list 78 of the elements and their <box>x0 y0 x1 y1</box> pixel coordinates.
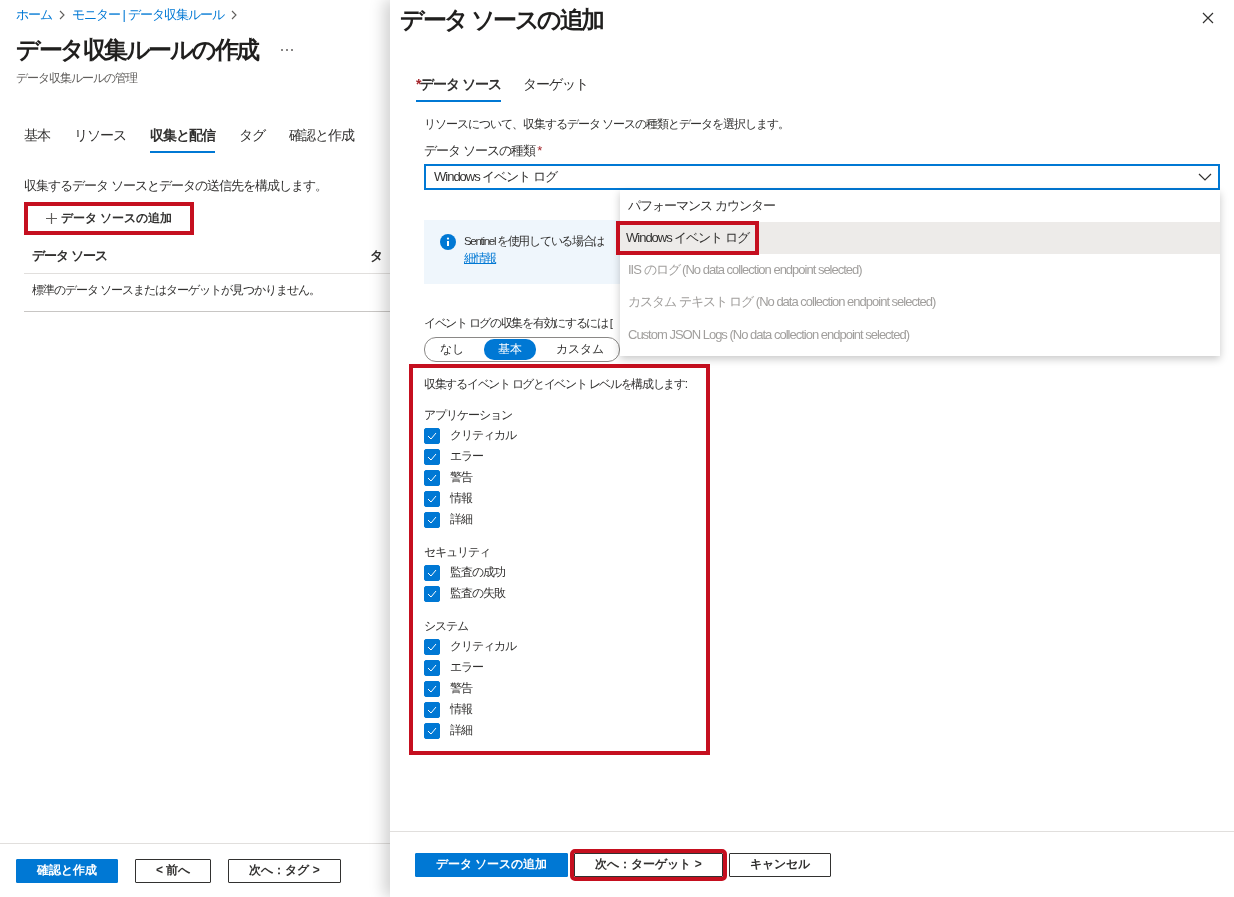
checkbox-label: 監査の成功 <box>450 564 505 581</box>
checkbox[interactable] <box>424 427 440 444</box>
checkbox-label: 詳細 <box>450 722 472 739</box>
check-icon <box>427 663 437 672</box>
checkbox-label: 情報 <box>450 701 472 718</box>
checkbox[interactable] <box>424 564 440 581</box>
check-icon <box>427 515 437 524</box>
check-icon <box>427 642 437 651</box>
button[interactable]: < 前へ <box>135 858 212 883</box>
primary-button[interactable]: 確認と作成 <box>16 858 118 883</box>
button[interactable]: キャンセル <box>728 852 831 877</box>
checkbox-label: 詳細 <box>450 511 472 528</box>
check-icon <box>427 589 437 598</box>
more-icon[interactable] <box>279 48 294 52</box>
info-icon <box>440 234 456 250</box>
column-header: タ <box>370 247 382 265</box>
tab[interactable]: リソース <box>74 123 126 153</box>
checkbox[interactable] <box>424 701 440 718</box>
info-text: Sentinel を使用している場合は <box>464 234 605 249</box>
check-icon <box>427 473 437 482</box>
tab[interactable]: ターゲット <box>523 76 589 102</box>
check-icon <box>427 568 437 577</box>
info-link[interactable]: 細情報 <box>464 251 605 266</box>
check-icon <box>427 494 437 503</box>
checkbox[interactable] <box>424 722 440 739</box>
checkbox[interactable] <box>424 638 440 655</box>
check-icon <box>427 452 437 461</box>
tab[interactable]: 基本 <box>24 123 50 153</box>
checkbox-label: クリティカル <box>450 638 516 655</box>
mode-option[interactable]: なし <box>426 339 478 360</box>
checkbox-label: 警告 <box>450 680 472 697</box>
checkbox[interactable] <box>424 680 440 697</box>
page-title: データ収集ルールの作成 <box>16 35 258 65</box>
tab[interactable]: *データ ソース <box>416 76 502 102</box>
dropdown-field[interactable]: Windows イベント ログ <box>424 164 1220 190</box>
page-subtitle: データ収集ルールの管理 <box>16 70 139 87</box>
mode-option[interactable]: カスタム <box>542 339 618 360</box>
field-label: データ ソースの種類 * <box>424 142 543 160</box>
check-icon <box>427 726 437 735</box>
chevron-right-icon <box>58 10 66 20</box>
chevron-down-icon <box>1198 173 1212 181</box>
group-label: システム <box>424 618 469 635</box>
tab[interactable]: 収集と配信 <box>150 123 215 153</box>
tab[interactable]: タグ <box>239 123 265 153</box>
checkbox[interactable] <box>424 659 440 676</box>
checkbox-label: 警告 <box>450 469 472 486</box>
primary-button[interactable]: データ ソースの追加 <box>415 852 569 877</box>
panel-description: リソースについて、収集するデータ ソースの種類とデータを選択します。 <box>424 116 791 133</box>
group-label: セキュリティ <box>424 544 491 561</box>
enable-text: イベント ログの収集を有効にするには [ <box>424 316 614 331</box>
checkbox-label: エラー <box>450 659 483 676</box>
section-description: 収集するデータ ソースとデータの送信先を構成します。 <box>24 177 328 195</box>
mode-option[interactable]: 基本 <box>484 339 536 360</box>
event-config-heading: 収集するイベント ログとイベント レベルを構成します: <box>424 376 688 393</box>
chevron-right-icon <box>229 10 238 20</box>
plus-icon <box>46 213 57 224</box>
checkbox-label: 監査の失敗 <box>450 585 505 602</box>
check-icon <box>427 684 437 693</box>
dropdown-option[interactable]: パフォーマンス カウンター <box>620 197 783 215</box>
empty-message: 標準のデータ ソースまたはターゲットが見つかりません。 <box>24 274 390 312</box>
checkbox-label: 情報 <box>450 490 472 507</box>
check-icon <box>427 431 437 440</box>
close-icon <box>1202 12 1214 24</box>
checkbox[interactable] <box>424 511 440 528</box>
panel-title: データ ソースの追加 <box>400 5 603 35</box>
tab[interactable]: 確認と作成 <box>289 123 354 153</box>
checkbox[interactable] <box>424 469 440 486</box>
column-header: データ ソース <box>32 247 107 265</box>
checkbox[interactable] <box>424 585 440 602</box>
checkbox[interactable] <box>424 448 440 465</box>
breadcrumb-link[interactable]: モニター | データ収集ルール <box>72 6 224 24</box>
button[interactable]: 次へ：タグ > <box>228 858 341 883</box>
group-label: アプリケーション <box>424 407 513 424</box>
check-icon <box>427 705 437 714</box>
checkbox-label: エラー <box>450 448 483 465</box>
breadcrumb-link[interactable]: ホーム <box>16 6 52 24</box>
checkbox[interactable] <box>424 490 440 507</box>
checkbox-label: クリティカル <box>450 427 516 444</box>
